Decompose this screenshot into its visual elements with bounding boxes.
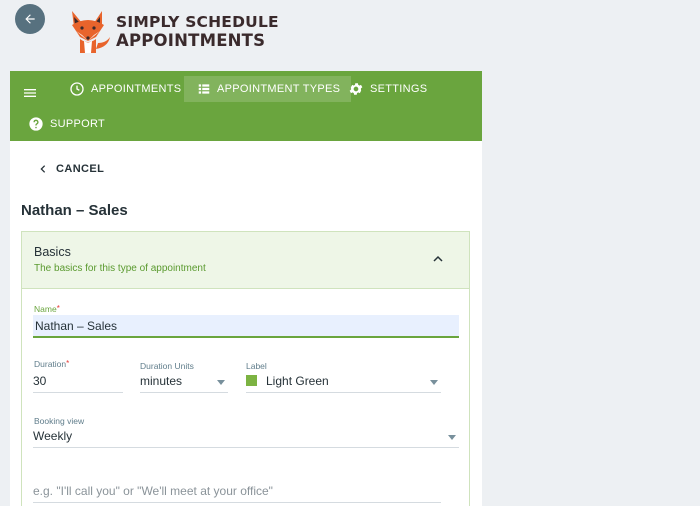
name-input[interactable]: Nathan – Sales: [33, 315, 459, 338]
tab-support-label: SUPPORT: [50, 118, 106, 130]
tab-appointments-label: APPOINTMENTS: [91, 83, 182, 95]
list-icon: [198, 84, 210, 94]
booking-view-select[interactable]: Weekly: [33, 426, 459, 448]
duration-input[interactable]: 30: [33, 371, 123, 393]
chevron-left-icon: [40, 165, 46, 173]
duration-units-select[interactable]: minutes: [140, 371, 228, 393]
page-title: Nathan – Sales: [21, 202, 128, 219]
gear-icon: [349, 83, 363, 95]
label-value: Light Green: [266, 374, 329, 388]
hamburger-menu-icon: [24, 89, 36, 97]
label-field-label: Label: [246, 361, 267, 371]
brand-line-1: SIMPLY SCHEDULE: [116, 13, 279, 31]
main-panel: APPOINTMENTS APPOINTMENT TYPES SETTINGS …: [10, 71, 482, 506]
top-nav: APPOINTMENTS APPOINTMENT TYPES SETTINGS …: [10, 71, 482, 141]
tab-appointment-types[interactable]: APPOINTMENT TYPES: [184, 76, 352, 102]
arrow-left-icon: [25, 14, 35, 24]
chevron-up-icon[interactable]: [432, 253, 444, 265]
label-select[interactable]: Light Green: [246, 371, 441, 393]
cancel-button[interactable]: CANCEL: [38, 163, 104, 175]
tab-appointment-types-label: APPOINTMENT TYPES: [217, 83, 341, 95]
location-input[interactable]: e.g. "I'll call you" or "We'll meet at y…: [33, 481, 441, 503]
brand-logo: SIMPLY SCHEDULE APPOINTMENTS: [66, 9, 279, 55]
back-button[interactable]: [15, 4, 45, 34]
color-swatch: [246, 375, 257, 386]
basics-card-header[interactable]: Basics The basics for this type of appoi…: [22, 232, 469, 289]
basics-card: Basics The basics for this type of appoi…: [21, 231, 470, 506]
clock-icon: [70, 82, 84, 96]
tab-settings[interactable]: SETTINGS: [348, 76, 427, 102]
tab-settings-label: SETTINGS: [370, 83, 428, 95]
tab-appointments[interactable]: APPOINTMENTS: [62, 76, 188, 102]
duration-units-value: minutes: [140, 374, 183, 388]
brand-line-2: APPOINTMENTS: [116, 30, 266, 50]
tab-support[interactable]: SUPPORT: [28, 111, 105, 137]
caret-down-icon: [430, 380, 438, 385]
cancel-label: CANCEL: [56, 163, 105, 175]
duration-units-label: Duration Units: [140, 361, 194, 371]
fox-logo-icon: [72, 11, 110, 53]
card-title: Basics: [34, 245, 71, 259]
booking-view-label: Booking view: [34, 416, 85, 426]
caret-down-icon: [217, 380, 225, 385]
card-subtitle: The basics for this type of appointment: [34, 263, 206, 274]
name-field-label: Name*: [34, 304, 60, 314]
booking-view-value: Weekly: [33, 429, 73, 443]
menu-button[interactable]: [22, 80, 44, 106]
caret-down-icon: [448, 435, 456, 440]
help-icon: [29, 117, 43, 131]
duration-field-label: Duration*: [34, 359, 70, 369]
